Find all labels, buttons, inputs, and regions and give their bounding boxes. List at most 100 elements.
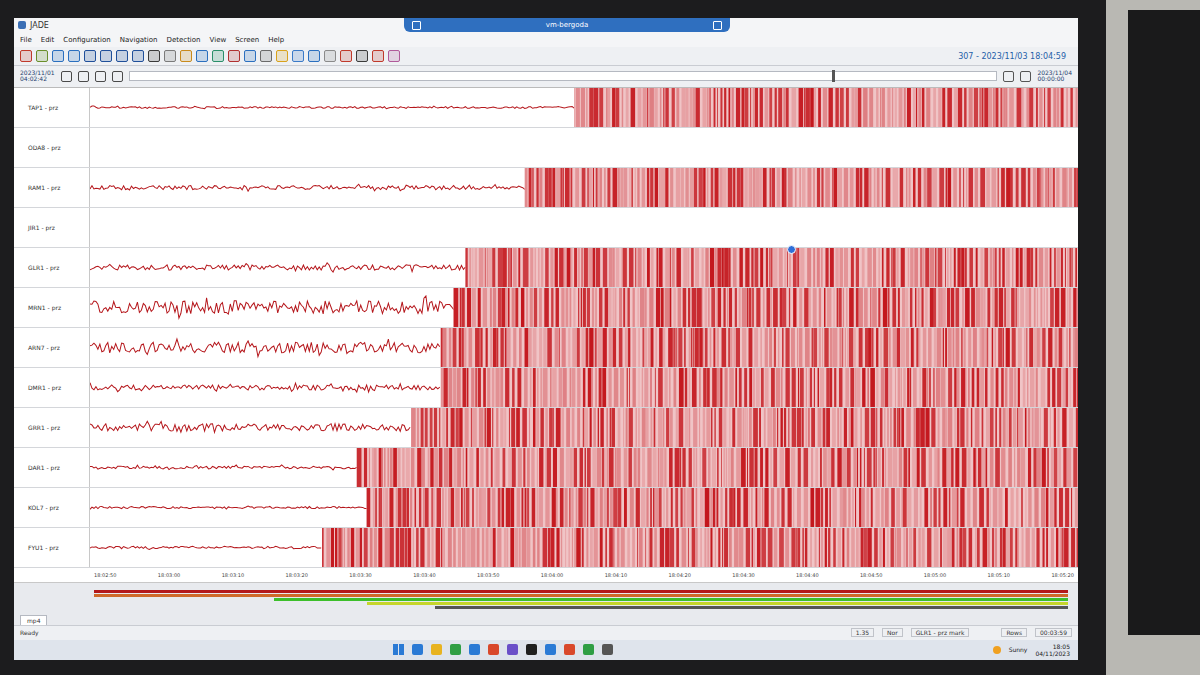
- tool-icon[interactable]: [52, 50, 64, 62]
- nav-icon[interactable]: [1020, 71, 1031, 82]
- tool-icon[interactable]: [244, 50, 256, 62]
- tool-icon[interactable]: [84, 50, 96, 62]
- taskbar-app-icon[interactable]: [488, 644, 499, 655]
- menu-item[interactable]: Edit: [41, 36, 55, 44]
- menu-item[interactable]: Help: [268, 36, 284, 44]
- trace-plot[interactable]: [90, 128, 1078, 167]
- trace-plot[interactable]: [90, 208, 1078, 247]
- document-tab[interactable]: mp4: [20, 615, 47, 625]
- trace-plot[interactable]: [90, 488, 1078, 527]
- weather[interactable]: Sunny: [1009, 646, 1028, 653]
- trace-plot[interactable]: [90, 328, 1078, 367]
- tool-icon[interactable]: [100, 50, 112, 62]
- nav-icon[interactable]: [78, 71, 89, 82]
- trace-plot[interactable]: [90, 448, 1078, 487]
- nav-icon[interactable]: [61, 71, 72, 82]
- app-title: JADE: [30, 21, 49, 30]
- tool-icon[interactable]: [20, 50, 32, 62]
- taskbar-app-icon[interactable]: [564, 644, 575, 655]
- tool-icon[interactable]: [68, 50, 80, 62]
- menu-item[interactable]: File: [20, 36, 32, 44]
- channel-label: FYU1 - prz: [14, 528, 90, 567]
- tool-icon[interactable]: [164, 50, 176, 62]
- trace-row[interactable]: MRN1 - prz: [14, 288, 1078, 328]
- taskbar-app-icon[interactable]: [583, 644, 594, 655]
- tool-icon[interactable]: [340, 50, 352, 62]
- trace-row[interactable]: FYU1 - prz: [14, 528, 1078, 568]
- trace-row[interactable]: ODA8 - prz: [14, 128, 1078, 168]
- trace-row[interactable]: JIR1 - prz: [14, 208, 1078, 248]
- tool-icon[interactable]: [356, 50, 368, 62]
- tool-icon[interactable]: [180, 50, 192, 62]
- taskbar-app-icon[interactable]: [526, 644, 537, 655]
- waveform: [90, 448, 1078, 487]
- trace-plot[interactable]: [90, 368, 1078, 407]
- tool-icon[interactable]: [36, 50, 48, 62]
- scroll-thumb[interactable]: [832, 70, 835, 82]
- trace-row[interactable]: TAP1 - prz: [14, 88, 1078, 128]
- status-message: Ready: [20, 629, 39, 636]
- menu-item[interactable]: Detection: [167, 36, 201, 44]
- taskbar-app-icon[interactable]: [469, 644, 480, 655]
- channel-label: DMR1 - prz: [14, 368, 90, 407]
- tool-icon[interactable]: [260, 50, 272, 62]
- taskbar-app-icon[interactable]: [450, 644, 461, 655]
- taskbar: Sunny 18:0504/11/2023: [14, 640, 1078, 660]
- trace-plot[interactable]: [90, 168, 1078, 207]
- channel-label: GLR1 - prz: [14, 248, 90, 287]
- timeline-lane: [94, 606, 1068, 609]
- menu-item[interactable]: View: [210, 36, 227, 44]
- pin-icon[interactable]: [412, 21, 421, 30]
- trace-row[interactable]: GRR1 - prz: [14, 408, 1078, 448]
- taskbar-app-icon[interactable]: [545, 644, 556, 655]
- tool-icon[interactable]: [372, 50, 384, 62]
- time-scrollbar[interactable]: [129, 71, 998, 81]
- trace-plot[interactable]: [90, 248, 1078, 287]
- axis-tick: 18:03:40: [413, 572, 435, 578]
- timeline-bar[interactable]: [14, 583, 1078, 614]
- tool-icon[interactable]: [292, 50, 304, 62]
- channel-label: GRR1 - prz: [14, 408, 90, 447]
- waveform: [90, 488, 1078, 527]
- taskbar-app-icon[interactable]: [431, 644, 442, 655]
- end-time[interactable]: 2023/11/0400:00:00: [1037, 70, 1072, 84]
- minimize-icon[interactable]: [713, 21, 722, 30]
- trace-plot[interactable]: [90, 408, 1078, 447]
- windows-start-icon[interactable]: [393, 644, 404, 655]
- trace-row[interactable]: RAM1 - prz: [14, 168, 1078, 208]
- timeline-lane: [94, 602, 1068, 605]
- trace-row[interactable]: KOL7 - prz: [14, 488, 1078, 528]
- trace-row[interactable]: DMR1 - prz: [14, 368, 1078, 408]
- nav-icon[interactable]: [112, 71, 123, 82]
- start-time[interactable]: 2023/11/0104:02:42: [20, 70, 55, 84]
- tool-icon[interactable]: [116, 50, 128, 62]
- nav-icon[interactable]: [95, 71, 106, 82]
- menu-item[interactable]: Screen: [235, 36, 259, 44]
- taskbar-app-icon[interactable]: [412, 644, 423, 655]
- tool-icon[interactable]: [196, 50, 208, 62]
- tool-icon[interactable]: [148, 50, 160, 62]
- menu-item[interactable]: Navigation: [120, 36, 158, 44]
- tool-icon[interactable]: [212, 50, 224, 62]
- remote-session-bar[interactable]: vm-bergoda: [404, 18, 730, 32]
- taskbar-app-icon[interactable]: [602, 644, 613, 655]
- tool-icon[interactable]: [324, 50, 336, 62]
- menu-item[interactable]: Configuration: [63, 36, 110, 44]
- taskbar-app-icon[interactable]: [507, 644, 518, 655]
- trace-plot[interactable]: [90, 528, 1078, 567]
- tray-clock[interactable]: 18:0504/11/2023: [1035, 643, 1070, 657]
- tool-icon[interactable]: [388, 50, 400, 62]
- trace-row[interactable]: GLR1 - prz: [14, 248, 1078, 288]
- tool-icon[interactable]: [276, 50, 288, 62]
- trace-plot[interactable]: [90, 88, 1078, 127]
- nav-icon[interactable]: [1003, 71, 1014, 82]
- trace-plot[interactable]: [90, 288, 1078, 327]
- trace-row[interactable]: ARN7 - prz: [14, 328, 1078, 368]
- axis-tick: 18:05:20: [1051, 572, 1073, 578]
- status-field: Rows: [1001, 628, 1027, 637]
- app-logo-icon: [18, 21, 26, 29]
- tool-icon[interactable]: [132, 50, 144, 62]
- trace-row[interactable]: DAR1 - prz: [14, 448, 1078, 488]
- tool-icon[interactable]: [228, 50, 240, 62]
- tool-icon[interactable]: [308, 50, 320, 62]
